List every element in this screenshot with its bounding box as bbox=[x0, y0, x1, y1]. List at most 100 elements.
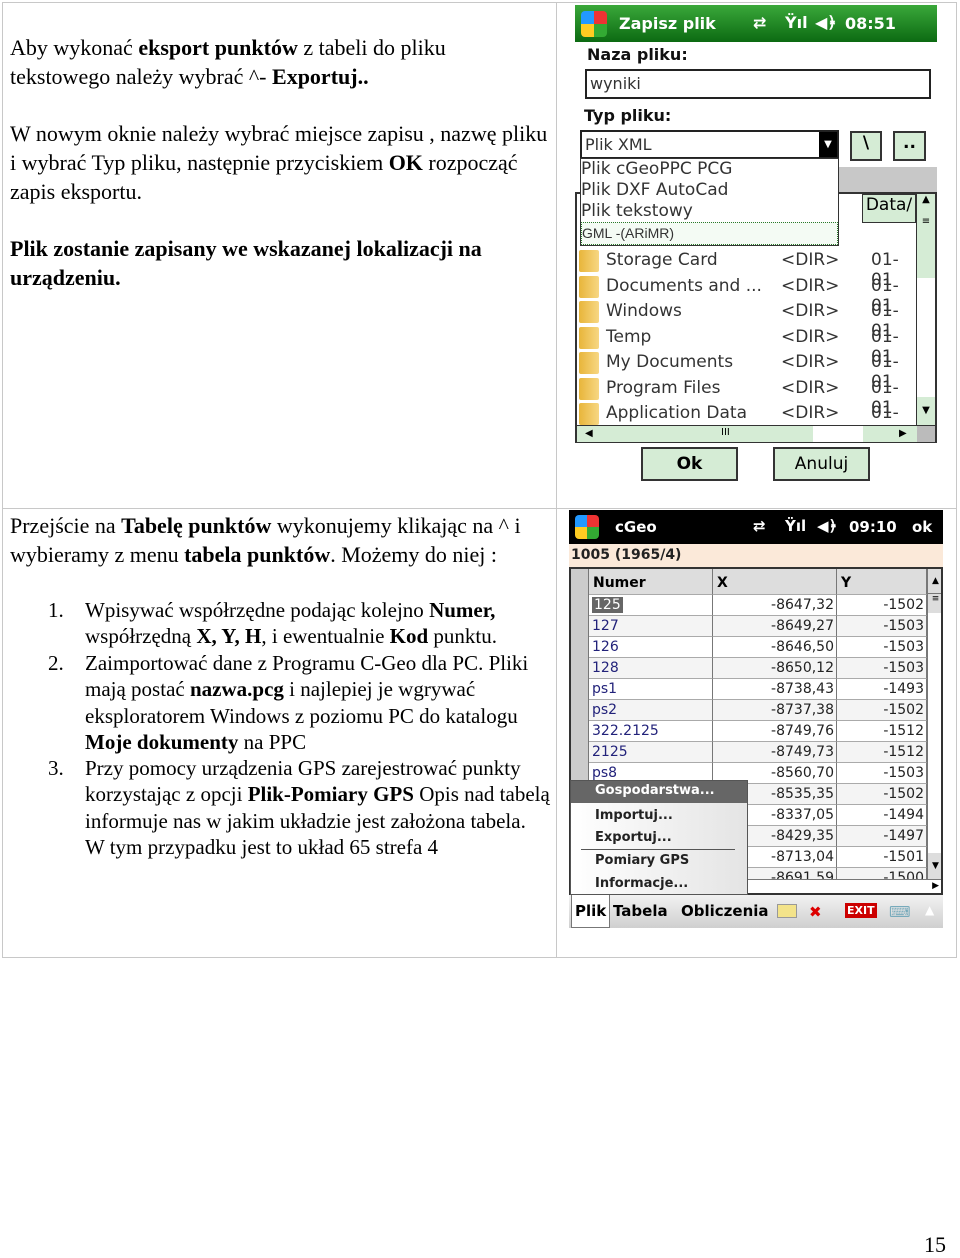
folder-row[interactable]: Program Files <DIR> 01-01 bbox=[579, 377, 916, 418]
title-bar: Zapisz plik ⇄ Ÿıl ◀﴿ 08:51 bbox=[575, 5, 937, 42]
cell-y[interactable]: -1493 bbox=[837, 679, 927, 700]
menu-plik[interactable]: Plik bbox=[571, 895, 611, 928]
scroll-down-icon[interactable]: ▼ bbox=[917, 397, 935, 425]
menu-item-informacje[interactable]: Informacje... bbox=[595, 876, 688, 891]
connectivity-icon: ⇄ bbox=[753, 517, 766, 535]
up-folder-button[interactable]: .. bbox=[893, 131, 926, 161]
folder-row[interactable]: Documents and ... <DIR> 01-01 bbox=[579, 275, 916, 316]
scroll-right-icon[interactable]: ▶ bbox=[932, 881, 939, 891]
keyboard-icon[interactable]: ⌨ bbox=[889, 903, 911, 921]
folder-icon bbox=[579, 301, 599, 323]
cell-numer[interactable]: 126 bbox=[589, 637, 713, 658]
cell-x[interactable]: -8650,12 bbox=[713, 658, 837, 679]
cell-y[interactable]: -1503 bbox=[837, 616, 927, 637]
storage-card-icon bbox=[579, 250, 599, 272]
filename-input[interactable]: wyniki bbox=[585, 69, 931, 99]
chevron-down-icon[interactable]: ▼ bbox=[819, 132, 837, 157]
cell-x[interactable]: -8647,32 bbox=[713, 595, 837, 616]
cell-x[interactable]: -8649,27 bbox=[713, 616, 837, 637]
text-run: Aby wykonać bbox=[10, 35, 139, 60]
root-folder-button[interactable]: \ bbox=[850, 131, 882, 161]
folder-name: Storage Card bbox=[606, 250, 718, 270]
cell-x[interactable]: -8749,76 bbox=[713, 721, 837, 742]
menu-item-pomiary-gps[interactable]: Pomiary GPS bbox=[595, 853, 689, 868]
exit-button[interactable]: EXIT bbox=[845, 903, 877, 918]
cell-y[interactable]: -1512 bbox=[837, 742, 927, 763]
cell-numer[interactable]: ps1 bbox=[589, 679, 713, 700]
chevron-up-icon[interactable]: ▲ bbox=[925, 903, 934, 917]
cell-y[interactable]: -1502 bbox=[837, 595, 927, 616]
point-number: 125 bbox=[592, 597, 623, 613]
cell-y[interactable]: -1503 bbox=[837, 658, 927, 679]
folder-row[interactable]: Windows <DIR> 01-01 bbox=[579, 300, 916, 341]
column-header-y[interactable]: Y bbox=[837, 569, 927, 595]
folder-type: <DIR> bbox=[781, 326, 840, 347]
folder-row[interactable]: Application Data <DIR> 01-01 bbox=[579, 402, 916, 443]
cell-numer[interactable]: 2125 bbox=[589, 742, 713, 763]
vertical-scrollbar[interactable]: ▲ ≡ ▼ bbox=[916, 194, 935, 425]
cell-y[interactable]: -1497 bbox=[837, 826, 927, 847]
cell-y[interactable]: -1512 bbox=[837, 721, 927, 742]
filetype-select[interactable]: Plik XML ▼ bbox=[580, 130, 839, 159]
cell-x[interactable]: -8738,43 bbox=[713, 679, 837, 700]
folder-row[interactable]: Storage Card <DIR> 01-01 bbox=[579, 249, 916, 290]
column-header-numer[interactable]: Numer bbox=[589, 569, 713, 595]
cell-numer[interactable]: 127 bbox=[589, 616, 713, 637]
column-header-x[interactable]: X bbox=[713, 569, 837, 595]
menu-item-gospodarstwa[interactable]: Gospodarstwa... bbox=[571, 781, 747, 803]
folder-icon[interactable] bbox=[777, 904, 797, 918]
menu-obliczenia[interactable]: Obliczenia bbox=[681, 902, 769, 920]
cell-numer[interactable]: 125 bbox=[589, 595, 713, 616]
windows-start-icon[interactable] bbox=[581, 11, 607, 37]
folder-row[interactable]: My Documents <DIR> 01-01 bbox=[579, 351, 916, 392]
delete-icon[interactable]: ✖ bbox=[809, 903, 822, 921]
menu-item-importuj[interactable]: Importuj... bbox=[595, 808, 673, 823]
cell-y[interactable]: -1503 bbox=[837, 763, 927, 784]
text-run: punktu. bbox=[428, 624, 498, 649]
folder-type: <DIR> bbox=[781, 377, 840, 398]
list-item: 2. Zaimportować dane z Programu C-Geo dla… bbox=[10, 650, 550, 755]
cancel-button[interactable]: Anuluj bbox=[773, 447, 870, 481]
cell-x[interactable]: -8737,38 bbox=[713, 700, 837, 721]
point-number: ps8 bbox=[592, 765, 618, 781]
date-column-header[interactable]: Data/ bbox=[862, 194, 916, 223]
scroll-thumb[interactable]: ▲ ≡ bbox=[917, 194, 935, 278]
scroll-down-icon[interactable]: ▼ bbox=[928, 853, 941, 879]
cell-y[interactable]: -1502 bbox=[837, 784, 927, 805]
dropdown-option[interactable]: Plik cGeoPPC PCG bbox=[581, 159, 838, 180]
folder-type: <DIR> bbox=[781, 301, 840, 321]
ok-button[interactable]: ok bbox=[912, 518, 932, 536]
dropdown-option[interactable]: Plik tekstowy bbox=[581, 201, 838, 222]
cell-x[interactable]: -8646,50 bbox=[713, 637, 837, 658]
menu-item-exportuj[interactable]: Exportuj... bbox=[595, 830, 672, 845]
coordinate-system-label: 1005 (1965/4) bbox=[569, 544, 943, 567]
horizontal-scrollbar[interactable]: ◀ III ▶ bbox=[577, 425, 935, 442]
list-number: 3. bbox=[48, 756, 64, 780]
menu-tabela[interactable]: Tabela bbox=[613, 902, 668, 920]
scroll-up-icon[interactable]: ▲ bbox=[928, 569, 941, 593]
paragraph-table: Przejście na Tabelę punktów wykonujemy k… bbox=[10, 511, 550, 569]
cell-y[interactable]: -1502 bbox=[837, 700, 927, 721]
bold-text: tabela punktów bbox=[184, 542, 331, 567]
vertical-scrollbar[interactable]: ▲ ≡ ▼ bbox=[927, 569, 941, 879]
cell-y[interactable]: -1501 bbox=[837, 847, 927, 868]
folder-name: My Documents bbox=[606, 352, 734, 372]
divider bbox=[556, 2, 557, 958]
cell-y[interactable]: -1494 bbox=[837, 805, 927, 826]
cell-y[interactable]: -1503 bbox=[837, 637, 927, 658]
divider bbox=[2, 508, 957, 509]
cell-numer[interactable]: 128 bbox=[589, 658, 713, 679]
cell-numer[interactable]: ps2 bbox=[589, 700, 713, 721]
dropdown-option[interactable]: GML -(ARiMR) bbox=[581, 222, 838, 245]
scroll-left-icon[interactable]: ◀ bbox=[585, 428, 593, 439]
dropdown-option[interactable]: Plik DXF AutoCad bbox=[581, 180, 838, 201]
folder-name: Program Files bbox=[606, 377, 721, 398]
windows-start-icon[interactable] bbox=[575, 515, 599, 539]
scroll-right-icon[interactable]: ▶ bbox=[899, 428, 907, 439]
cell-numer[interactable]: 322.2125 bbox=[589, 721, 713, 742]
scroll-thumb[interactable]: ≡ bbox=[928, 593, 941, 613]
cell-x[interactable]: -8749,73 bbox=[713, 742, 837, 763]
clock: 09:10 bbox=[849, 518, 897, 536]
ok-button[interactable]: Ok bbox=[641, 447, 738, 481]
folder-row[interactable]: Temp <DIR> 01-01 bbox=[579, 326, 916, 367]
